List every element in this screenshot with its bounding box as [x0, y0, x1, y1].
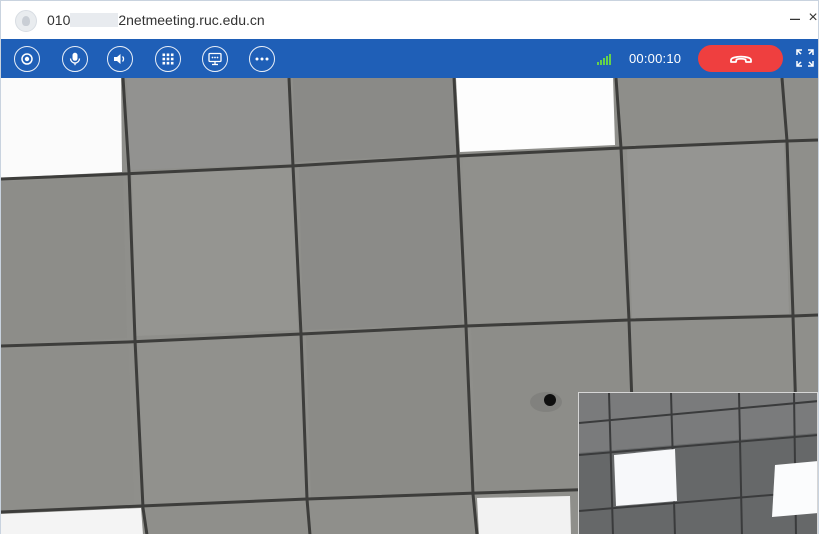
fullscreen-icon — [796, 49, 814, 67]
app-icon — [15, 10, 37, 32]
record-icon — [21, 53, 33, 65]
title-redacted — [70, 13, 119, 27]
speaker-icon — [114, 54, 125, 64]
dialpad-button[interactable] — [155, 46, 181, 72]
hangup-button[interactable] — [698, 45, 783, 72]
screen-share-icon — [208, 52, 222, 66]
dialpad-icon — [162, 53, 174, 65]
title-suffix: 2netmeeting.ruc.edu.cn — [118, 12, 265, 28]
app-window: 010 2netmeeting.ruc.edu.cn – × 00:00:10 — [0, 0, 819, 534]
close-button[interactable]: × — [801, 6, 819, 30]
title-bar[interactable]: 010 2netmeeting.ruc.edu.cn – × — [1, 1, 818, 39]
record-button[interactable] — [14, 46, 40, 72]
more-button[interactable] — [249, 46, 275, 72]
window-title: 010 2netmeeting.ruc.edu.cn — [47, 12, 265, 28]
self-view-video[interactable] — [578, 392, 818, 534]
microphone-button[interactable] — [62, 46, 88, 72]
screen-share-button[interactable] — [202, 46, 228, 72]
title-prefix: 010 — [47, 12, 71, 28]
more-icon — [255, 57, 269, 61]
phone-hangup-icon — [729, 55, 752, 63]
fullscreen-button[interactable] — [795, 48, 815, 68]
signal-strength-icon — [597, 53, 613, 65]
self-view-frame — [579, 393, 817, 534]
call-toolbar: 00:00:10 — [1, 39, 818, 78]
microphone-icon — [69, 52, 81, 66]
speaker-button[interactable] — [107, 46, 133, 72]
call-timer: 00:00:10 — [629, 51, 682, 66]
